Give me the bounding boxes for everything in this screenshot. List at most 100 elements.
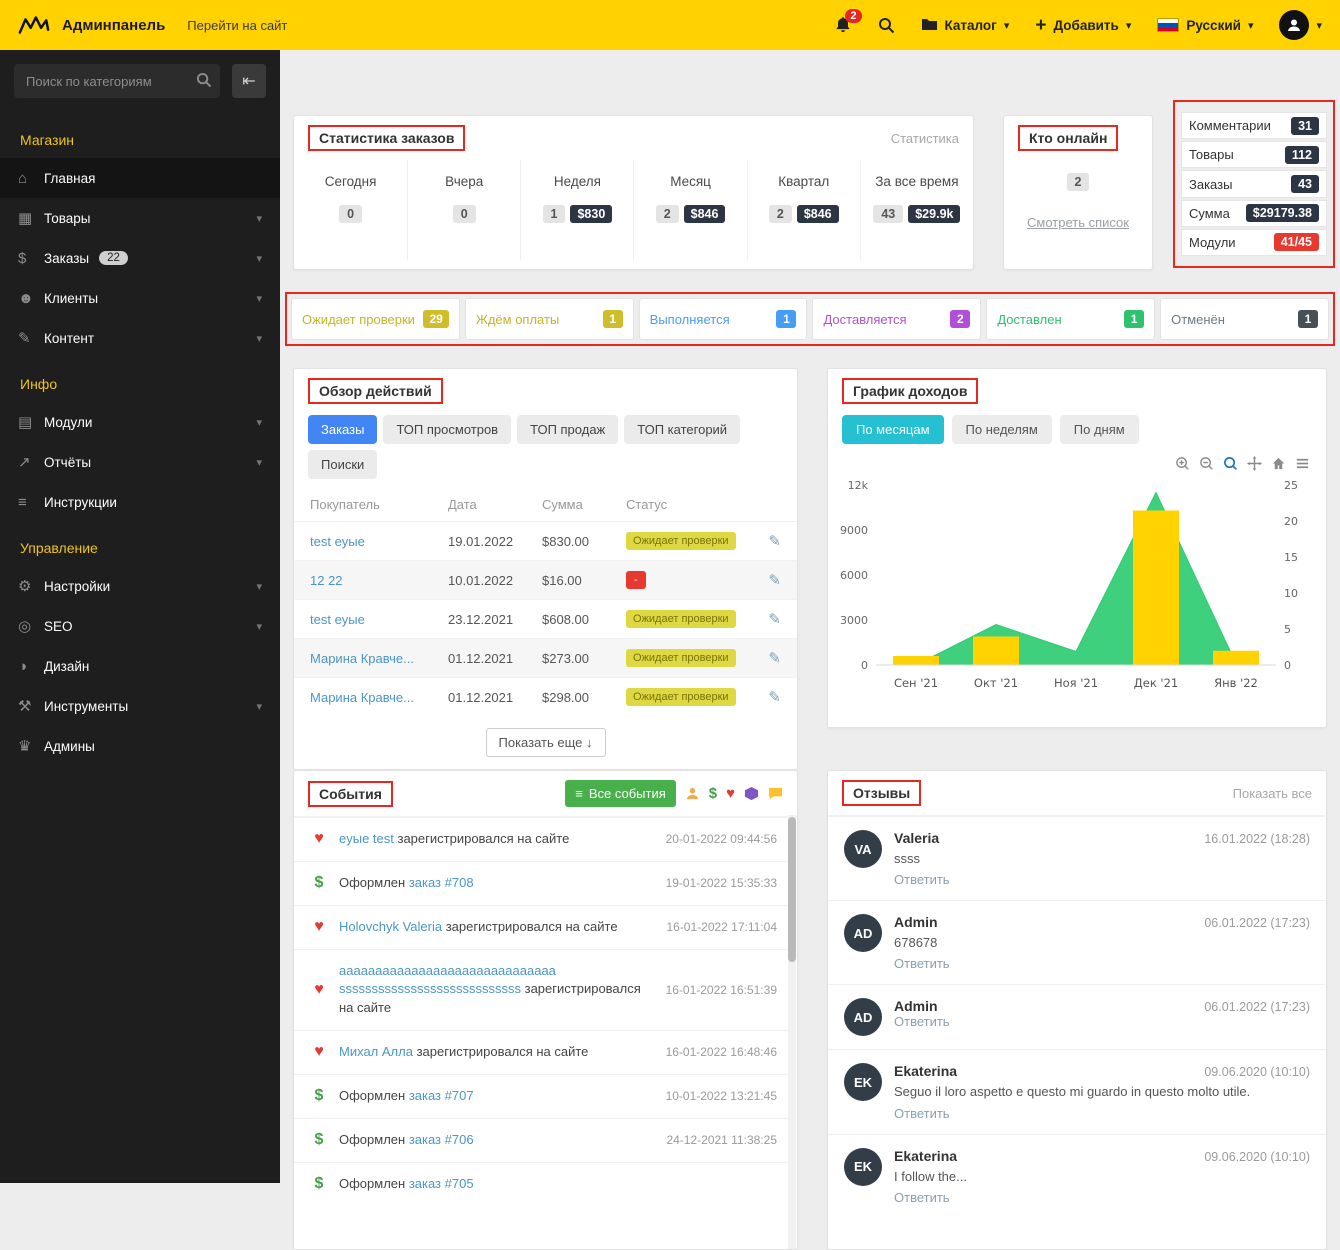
status-card-delivered[interactable]: Доставлен 1 — [986, 298, 1155, 340]
reply-link[interactable]: Ответить — [894, 1190, 950, 1205]
chevron-down-icon: ▾ — [256, 212, 262, 225]
plus-icon: + — [1035, 16, 1046, 35]
zoom-out-icon[interactable] — [1199, 456, 1214, 471]
edit-icon[interactable]: ✎ — [751, 532, 781, 550]
amount-badge: $29.9k — [908, 205, 960, 223]
reply-link[interactable]: Ответить — [894, 872, 950, 887]
filter-products-icon[interactable] — [744, 786, 759, 801]
edit-icon[interactable]: ✎ — [751, 649, 781, 667]
stat-column-today: Сегодня 0 — [294, 160, 407, 260]
svg-text:Ноя '21: Ноя '21 — [1054, 676, 1098, 690]
tab-top-views[interactable]: ТОП просмотров — [383, 415, 511, 444]
view-list-link[interactable]: Смотреть список — [1027, 215, 1129, 230]
button-by-week[interactable]: По неделям — [952, 415, 1052, 444]
status-card-awaiting-payment[interactable]: Ждём оплаты 1 — [465, 298, 634, 340]
sidebar-item-nastroyki[interactable]: ⚙ Настройки ▾ — [0, 566, 280, 606]
show-all-link[interactable]: Показать все — [1233, 786, 1312, 801]
notifications-badge: 2 — [845, 9, 861, 23]
filter-orders-icon[interactable]: $ — [709, 785, 717, 802]
pan-icon[interactable] — [1247, 456, 1262, 471]
event-link[interactable]: заказ #708 — [409, 875, 474, 890]
sidebar-item-moduli[interactable]: ▤ Модули ▾ — [0, 402, 280, 442]
event-link[interactable]: Михал Алла — [339, 1044, 413, 1059]
sidebar-item-kontent[interactable]: ✎ Контент ▾ — [0, 318, 280, 358]
status-card-awaiting-check[interactable]: Ожидает проверки 29 — [291, 298, 460, 340]
dollar-icon: $ — [310, 1175, 328, 1193]
edit-icon[interactable]: ✎ — [751, 610, 781, 628]
actions-overview-card: Обзор действий Заказы ТОП просмотров ТОП… — [293, 368, 798, 770]
zoom-in-icon[interactable] — [1175, 456, 1190, 471]
event-row: ♥ Holovchyk Valeria зарегистрировался на… — [294, 905, 797, 949]
status-card-delivering[interactable]: Доставляется 2 — [812, 298, 981, 340]
menu-icon[interactable] — [1295, 456, 1310, 471]
event-link[interactable]: заказ #706 — [409, 1132, 474, 1147]
sidebar-item-adminy[interactable]: ♛ Админы — [0, 726, 280, 766]
status-count-badge: 29 — [423, 310, 448, 328]
event-link[interactable]: заказ #707 — [409, 1088, 474, 1103]
review-date: 06.01.2022 (17:23) — [1204, 916, 1310, 930]
status-card-cancelled[interactable]: Отменён 1 — [1160, 298, 1329, 340]
category-search-input[interactable] — [14, 64, 220, 98]
search-icon[interactable] — [878, 17, 895, 34]
sidebar-item-glavnaya[interactable]: ⌂ Главная — [0, 158, 280, 198]
filter-registrations-icon[interactable]: ♥ — [726, 785, 735, 802]
sidebar-item-tovary[interactable]: ▦ Товары ▾ — [0, 198, 280, 238]
home-icon[interactable] — [1271, 456, 1286, 471]
edit-icon[interactable]: ✎ — [751, 571, 781, 589]
reply-link[interactable]: Ответить — [894, 1014, 950, 1029]
sidebar-item-otchety[interactable]: ↗ Отчёты ▾ — [0, 442, 280, 482]
customer-link[interactable]: Марина Кравче... — [310, 651, 448, 666]
sidebar-item-seo[interactable]: ◎ SEO ▾ — [0, 606, 280, 646]
customer-link[interactable]: test eyыe — [310, 534, 448, 549]
filter-user-icon[interactable] — [685, 786, 700, 801]
event-link[interactable]: eyыe test — [339, 831, 394, 846]
sidebar-item-zakazy[interactable]: $ Заказы 22 ▾ — [0, 238, 280, 278]
sidebar-item-instrukcii[interactable]: ≡ Инструкции — [0, 482, 280, 522]
scrollbar[interactable] — [788, 815, 796, 1249]
statistics-link[interactable]: Статистика — [891, 131, 959, 146]
tab-top-sales[interactable]: ТОП продаж — [517, 415, 618, 444]
status-card-in-progress[interactable]: Выполняется 1 — [639, 298, 808, 340]
logo-icon[interactable] — [18, 14, 50, 36]
notifications-bell-icon[interactable]: 2 — [834, 16, 852, 34]
totals-row-modules[interactable]: Модули 41/45 — [1181, 229, 1327, 256]
totals-row-sum[interactable]: Сумма $29179.38 — [1181, 200, 1327, 227]
totals-row-comments[interactable]: Комментарии 31 — [1181, 112, 1327, 139]
reply-link[interactable]: Ответить — [894, 1106, 950, 1121]
scrollbar-thumb[interactable] — [788, 817, 796, 962]
catalog-menu[interactable]: Каталог ▾ — [921, 17, 1010, 34]
sidebar-item-instrumenty[interactable]: ⚒ Инструменты ▾ — [0, 686, 280, 726]
list-icon: ≡ — [575, 786, 583, 801]
sidebar-item-klienty[interactable]: ☻ Клиенты ▾ — [0, 278, 280, 318]
sidebar-collapse-button[interactable]: ⇤ — [232, 64, 266, 98]
russian-flag-icon — [1157, 18, 1179, 32]
filter-comments-icon[interactable] — [768, 786, 783, 801]
tab-searches[interactable]: Поиски — [308, 450, 377, 479]
customer-link[interactable]: 12 22 — [310, 573, 448, 588]
language-menu[interactable]: Русский ▾ — [1157, 18, 1253, 33]
event-link[interactable]: заказ #705 — [409, 1176, 474, 1191]
reply-link[interactable]: Ответить — [894, 956, 950, 971]
tab-top-categories[interactable]: ТОП категорий — [624, 415, 740, 444]
avatar: AD — [844, 998, 882, 1036]
customer-link[interactable]: Марина Кравче... — [310, 690, 448, 705]
show-more-button[interactable]: Показать еще ↓ — [486, 728, 606, 757]
dollar-icon: $ — [310, 874, 328, 892]
event-link[interactable]: Holovchyk Valeria — [339, 919, 442, 934]
button-by-day[interactable]: По дням — [1060, 415, 1139, 444]
edit-icon[interactable]: ✎ — [751, 688, 781, 706]
table-row: Марина Кравче... 01.12.2021 $298.00 Ожид… — [294, 677, 797, 716]
totals-row-orders[interactable]: Заказы 43 — [1181, 170, 1327, 197]
zoom-select-icon[interactable] — [1223, 456, 1238, 471]
income-chart[interactable]: 12k90006000300002520151050Сен '21Окт '21… — [834, 473, 1318, 695]
tab-orders[interactable]: Заказы — [308, 415, 377, 444]
customer-link[interactable]: test eyыe — [310, 612, 448, 627]
add-menu[interactable]: + Добавить ▾ — [1035, 16, 1131, 35]
all-events-button[interactable]: ≡ Все события — [565, 780, 676, 807]
button-by-month[interactable]: По месяцам — [842, 415, 944, 444]
stat-column-quarter: Квартал 2$846 — [747, 160, 860, 260]
sidebar-item-dizayn[interactable]: ◑ Дизайн — [0, 646, 280, 686]
totals-row-products[interactable]: Товары 112 — [1181, 141, 1327, 168]
user-menu[interactable]: ▾ — [1279, 10, 1322, 40]
goto-site-link[interactable]: Перейти на сайт — [187, 18, 287, 33]
